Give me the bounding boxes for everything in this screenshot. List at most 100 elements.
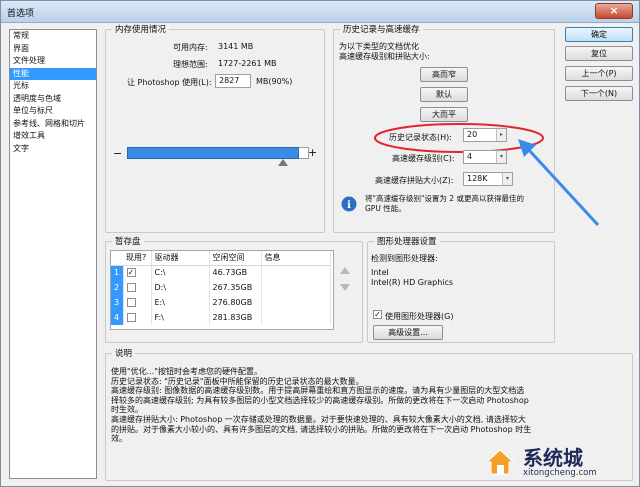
site-watermark: 系统城 xitongcheng.com xyxy=(483,440,633,480)
memory-slider-fill[interactable] xyxy=(127,147,299,159)
free-space-cell: 267.35GB xyxy=(209,280,262,295)
move-up-icon[interactable] xyxy=(340,267,350,274)
plus-icon[interactable]: + xyxy=(308,146,317,159)
history-cache-legend: 历史记录与高速缓存 xyxy=(343,25,420,35)
close-icon[interactable]: × xyxy=(595,3,633,19)
sidebar-item-cursors[interactable]: 光标 xyxy=(10,80,96,93)
watermark-url: xitongcheng.com xyxy=(523,468,597,478)
annotation-arrow xyxy=(518,139,600,227)
description-line: 时生效。 xyxy=(111,405,143,415)
next-button[interactable]: 下一个(N) xyxy=(565,86,633,101)
scratch-disk-table: 现用? 驱动器 空闲空间 信息 1 ✓ C:\ 46.73GB 2 D:\ 26… xyxy=(111,251,331,325)
svg-text:i: i xyxy=(347,200,351,211)
description-line: 的拼贴。对于像素大小较小的、具有许多图层的文档, 请选择较小的拼贴。所做的更改将… xyxy=(111,424,532,434)
table-row[interactable]: 1 ✓ C:\ 46.73GB xyxy=(111,265,331,280)
minus-icon[interactable]: − xyxy=(113,147,122,160)
header-active[interactable]: 现用? xyxy=(123,251,152,266)
description-text: 使用"优化..."按钮时会考虑您的硬件配置。 历史记录状态: "历史记录"面板中… xyxy=(111,367,633,444)
optimize-hint-line2: 高速缓存级别和拼贴大小: xyxy=(339,52,430,61)
checkmark-icon[interactable]: ✓ xyxy=(126,268,136,278)
active-checkbox[interactable] xyxy=(123,295,152,310)
info-cell xyxy=(261,310,331,325)
sidebar-item-type[interactable]: 文字 xyxy=(10,143,96,156)
checkmark-icon[interactable]: ✓ xyxy=(373,310,382,319)
sidebar-item-plugins[interactable]: 增效工具 xyxy=(10,130,96,143)
description-line: 历史记录状态: "历史记录"面板中所能保留的历史记录状态的最大数量。 xyxy=(111,376,364,386)
checkbox-empty-icon[interactable] xyxy=(126,298,136,307)
memory-usage-group: 内存使用情况 xyxy=(105,23,325,233)
advanced-settings-button[interactable]: 高级设置... xyxy=(373,325,443,340)
header-drive[interactable]: 驱动器 xyxy=(151,251,210,266)
table-row[interactable]: 2 D:\ 267.35GB xyxy=(111,280,331,295)
default-button[interactable]: 默认 xyxy=(420,87,468,102)
header-index xyxy=(111,251,123,266)
sidebar-item-transparency[interactable]: 透明度与色域 xyxy=(10,93,96,106)
free-space-cell: 281.83GB xyxy=(209,310,262,325)
reset-button[interactable]: 复位 xyxy=(565,46,633,61)
row-index: 1 xyxy=(111,265,124,280)
watermark-text: 系统城 xyxy=(523,446,583,470)
tile-size-value: 128K xyxy=(467,174,488,183)
sidebar-item-performance[interactable]: 性能 xyxy=(10,67,96,80)
table-row[interactable]: 4 F:\ 281.83GB xyxy=(111,310,331,325)
description-line: 高速缓存拼贴大小: Photoshop 一次存储或处理的数据量。对于要快速处理的… xyxy=(111,414,526,424)
drive-cell: E:\ xyxy=(151,295,210,310)
tile-size-label: 高速缓存拼贴大小(Z): xyxy=(375,176,454,185)
available-memory-value: 3141 MB xyxy=(218,42,254,51)
header-info[interactable]: 信息 xyxy=(261,251,331,266)
preferences-dialog: 首选项 × 常规 界面 文件处理 性能 光标 透明度与色域 单位与标尺 参考线、… xyxy=(0,0,640,487)
sidebar-item-units[interactable]: 单位与标尺 xyxy=(10,105,96,118)
sidebar-item-interface[interactable]: 界面 xyxy=(10,43,96,56)
gpu-model: Intel(R) HD Graphics xyxy=(371,278,454,287)
reorder-arrows xyxy=(340,267,350,313)
use-gpu-checkbox[interactable]: ✓ xyxy=(373,310,382,319)
use-gpu-label[interactable]: 使用图形处理器(G) xyxy=(385,311,453,322)
big-flat-button[interactable]: 大而平 xyxy=(420,107,468,122)
memory-use-input[interactable]: 2827 xyxy=(215,74,251,88)
sidebar-item-guides[interactable]: 参考线、网格和切片 xyxy=(10,118,96,131)
header-free-space[interactable]: 空闲空间 xyxy=(209,251,262,266)
checkbox-empty-icon[interactable] xyxy=(126,313,136,322)
scratch-disks-legend: 暂存盘 xyxy=(115,237,141,247)
sidebar-item-general[interactable]: 常规 xyxy=(10,30,96,43)
description-line: 高速缓存级别: 图像数据的高速缓存级别数。用于提高屏幕重绘和直方图显示的速度。请… xyxy=(111,386,525,396)
previous-button[interactable]: 上一个(P) xyxy=(565,66,633,81)
gpu-settings-legend: 图形处理器设置 xyxy=(377,237,437,247)
available-memory-label: 可用内存: xyxy=(173,43,208,52)
spin-arrow-icon[interactable]: ▾ xyxy=(496,151,506,163)
table-row[interactable]: 3 E:\ 276.80GB xyxy=(111,295,331,310)
gpu-detected-label: 检测到图形处理器: xyxy=(371,254,438,263)
cache-levels-label: 高速缓存级别(C): xyxy=(392,154,455,163)
info-icon: i xyxy=(341,196,357,212)
active-checkbox[interactable]: ✓ xyxy=(123,265,152,280)
move-down-icon[interactable] xyxy=(340,284,350,291)
ideal-range-value: 1727-2261 MB xyxy=(218,59,277,68)
ok-button[interactable]: 确定 xyxy=(565,27,633,42)
drive-cell: D:\ xyxy=(151,280,210,295)
free-space-cell: 46.73GB xyxy=(209,265,262,280)
info-cell xyxy=(261,280,331,295)
free-space-cell: 276.80GB xyxy=(209,295,262,310)
tall-thin-button[interactable]: 高而窄 xyxy=(420,67,468,82)
title-bar: 首选项 × xyxy=(1,1,639,23)
info-cell xyxy=(261,265,331,280)
active-checkbox[interactable] xyxy=(123,310,152,325)
ideal-range-label: 理想范围: xyxy=(173,60,208,69)
watermark-logo-icon xyxy=(485,449,515,475)
description-legend: 说明 xyxy=(115,349,133,359)
let-photoshop-use-label: 让 Photoshop 使用(L): xyxy=(127,78,212,87)
gpu-vendor: Intel xyxy=(371,268,389,277)
memory-slider-thumb[interactable] xyxy=(278,159,288,166)
description-line: 择较多的高速缓存级别; 为具有较多图层的小型文档选择较少的高速缓存级别。所做的更… xyxy=(111,395,529,405)
category-list: 常规 界面 文件处理 性能 光标 透明度与色域 单位与标尺 参考线、网格和切片 … xyxy=(9,29,97,479)
scratch-table-header: 现用? 驱动器 空闲空间 信息 xyxy=(111,251,331,266)
checkbox-empty-icon[interactable] xyxy=(126,283,136,292)
drive-cell: F:\ xyxy=(151,310,210,325)
cache-levels-input[interactable]: 4 ▾ xyxy=(463,150,507,164)
memory-usage-legend: 内存使用情况 xyxy=(115,25,167,35)
active-checkbox[interactable] xyxy=(123,280,152,295)
sidebar-item-file-handling[interactable]: 文件处理 xyxy=(10,55,96,68)
gpu-hint-line2: GPU 性能。 xyxy=(365,204,406,213)
row-index: 3 xyxy=(111,295,124,310)
row-index: 4 xyxy=(111,310,124,325)
